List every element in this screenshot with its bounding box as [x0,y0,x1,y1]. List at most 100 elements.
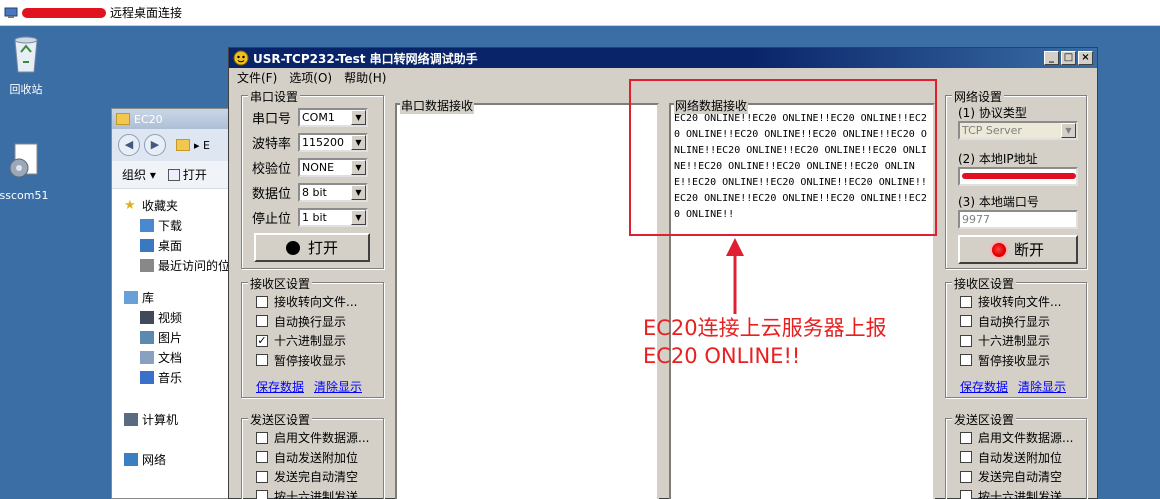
open-button[interactable]: 打开 [167,166,207,183]
save-data-link-left[interactable]: 保存数据 [256,378,304,395]
port-select[interactable]: COM1 ▼ [298,108,368,127]
close-button[interactable]: × [1078,51,1093,65]
forward-button[interactable]: ▶ [144,134,166,156]
explorer-title: EC20 [134,112,163,126]
annotation-line-2: EC20 ONLINE!! [643,344,801,368]
computer-icon [124,412,138,426]
option-checkbox[interactable]: 启用文件数据源... [960,429,1073,446]
gear-document-icon [9,143,38,178]
option-checkbox[interactable]: 自动换行显示 [256,313,346,330]
stopbits-row: 停止位 1 bit ▼ [252,208,368,227]
checkbox-icon[interactable] [960,354,972,366]
desktop-icon-recycle-bin[interactable]: 回收站 [0,34,56,97]
open-port-button[interactable]: 打开 [254,233,370,262]
option-checkbox[interactable]: 启用文件数据源... [256,429,369,446]
address-bar[interactable]: ▸ E [194,139,210,152]
serial-settings-group: 串口设置 串口号 COM1 ▼ 波特率 115200 ▼ 校验位 NONE ▼ 数据位… [241,88,384,269]
save-data-link-right[interactable]: 保存数据 [960,378,1008,395]
rdp-title-bar: 远程桌面连接 [0,0,1160,26]
music-icon [140,370,154,384]
protocol-value: TCP Server [962,124,1022,137]
menu-help[interactable]: 帮助(H) [344,69,386,86]
databits-select[interactable]: 8 bit ▼ [298,183,368,202]
port-row: 串口号 COM1 ▼ [252,108,368,127]
dropdown-arrow-icon: ▼ [351,160,366,175]
option-checkbox[interactable]: 自动换行显示 [960,313,1050,330]
baud-row: 波特率 115200 ▼ [252,133,368,152]
library-icon [124,290,138,304]
desktop-icon-label: 回收站 [9,83,43,96]
checkbox-icon[interactable] [256,451,268,463]
option-checkbox[interactable]: 发送完自动清空 [960,468,1062,485]
checkbox-icon[interactable] [256,431,268,444]
checkbox-icon[interactable] [960,470,972,483]
clear-display-link-left[interactable]: 清除显示 [314,378,362,395]
stopbits-select[interactable]: 1 bit ▼ [298,208,368,227]
checkbox-icon[interactable] [960,295,972,308]
option-label: 启用文件数据源... [274,431,370,445]
option-checkbox[interactable]: 按十六进制发送 [256,488,358,499]
tree-item-label: 收藏夹 [142,198,179,213]
option-checkbox[interactable]: 十六进制显示 [960,332,1050,349]
checkbox-icon[interactable] [256,295,268,308]
databits-label: 数据位 [252,187,292,202]
option-checkbox[interactable]: 暂停接收显示 [256,352,346,369]
option-checkbox[interactable]: 自动发送附加位 [960,449,1062,466]
annotation-text: EC20连接上云服务器上报 EC20 ONLINE!! [643,314,887,370]
protocol-select[interactable]: TCP Server ▼ [958,121,1078,140]
option-checkbox[interactable]: 发送完自动清空 [256,468,358,485]
option-checkbox[interactable]: 按十六进制发送 [960,488,1062,499]
tree-item-label: 网络 [142,452,167,467]
option-checkbox[interactable]: 自动发送附加位 [256,449,358,466]
parity-row: 校验位 NONE ▼ [252,158,368,177]
open-button-label: 打开 [182,168,207,182]
tree-item-label: 音乐 [158,370,183,385]
parity-label: 校验位 [252,162,292,177]
annotation-line-1: EC20连接上云服务器上报 [643,316,887,340]
menu-options[interactable]: 选项(O) [289,69,332,86]
disconnect-button[interactable]: 断开 [958,235,1078,264]
checkbox-icon[interactable] [256,354,268,366]
checkbox-icon[interactable] [256,315,268,327]
clear-display-link-right[interactable]: 清除显示 [1018,378,1066,395]
checkbox-icon[interactable] [960,490,972,499]
option-label: 自动发送附加位 [978,450,1063,465]
dropdown-arrow-icon: ▼ [351,135,366,150]
checkbox-icon[interactable] [960,431,972,444]
parity-select[interactable]: NONE ▼ [298,158,368,177]
checkbox-icon[interactable] [960,334,972,347]
recv-settings-left-group: 接收区设置 接收转向文件... 自动换行显示 ✓ 十六进制显示 暂停接收显示 保存数据 … [241,275,384,398]
maximize-button[interactable]: □ [1061,51,1076,65]
desktop-icon-sscom[interactable]: sscom51 [0,142,54,202]
option-label: 发送完自动清空 [978,470,1063,484]
port-input[interactable]: 9977 [958,210,1078,229]
serial-receive-panel[interactable]: 串口数据接收 [395,97,659,499]
checkmark-icon[interactable]: ✓ [256,334,268,347]
option-checkbox[interactable]: 接收转向文件... [960,293,1061,310]
checkbox-icon[interactable] [960,315,972,327]
menu-file[interactable]: 文件(F) [237,69,277,86]
option-checkbox[interactable]: 暂停接收显示 [960,352,1050,369]
option-checkbox[interactable]: 接收转向文件... [256,293,357,310]
option-label: 自动换行显示 [978,314,1051,329]
dropdown-arrow-icon: ▼ [1061,123,1076,138]
checkbox-icon[interactable] [960,451,972,463]
minimize-button[interactable]: _ [1044,51,1059,65]
tree-item-label: 视频 [158,310,183,325]
option-checkbox[interactable]: ✓ 十六进制显示 [256,332,346,349]
window-controls: _ □ × [1044,51,1093,65]
disconnect-label: 断开 [1013,241,1044,259]
organize-button[interactable]: 组织 ▾ [122,166,156,183]
back-button[interactable]: ◀ [118,134,140,156]
checkbox-icon[interactable] [256,490,268,499]
option-label: 按十六进制发送 [274,489,359,499]
serial-receive-label: 串口数据接收 [400,97,475,114]
video-icon [140,310,154,324]
ip-input[interactable] [958,167,1078,186]
baud-select[interactable]: 115200 ▼ [298,133,368,152]
option-label: 暂停接收显示 [274,353,347,368]
folder-icon [116,113,130,125]
ip-label: (2) 本地IP地址 [958,152,1038,166]
checkbox-icon[interactable] [256,470,268,483]
download-folder-icon [140,218,154,232]
